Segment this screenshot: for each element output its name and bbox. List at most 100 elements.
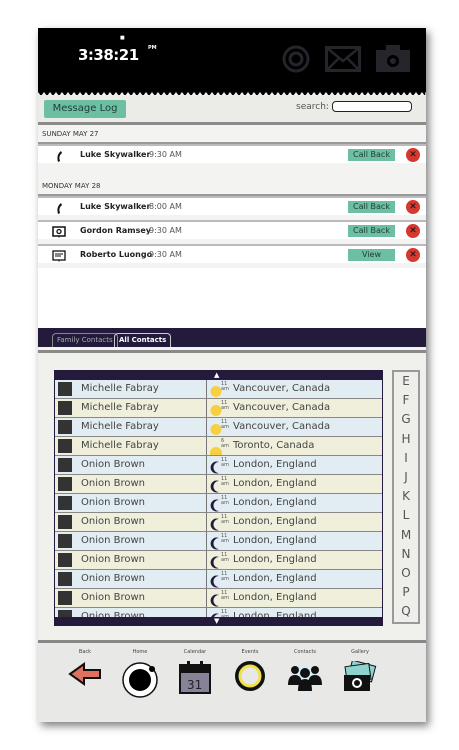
contact-name: Michelle Fabray [81,440,159,451]
nav-contacts-button[interactable]: Contacts [280,649,330,699]
alpha-letter-q[interactable]: Q [394,602,418,621]
alpha-letter-h[interactable]: H [394,430,418,449]
contact-row[interactable]: Onion Brown 11am London, England [55,456,382,475]
contact-row[interactable]: Onion Brown 11am London, England [55,551,382,570]
delete-icon[interactable]: ✕ [406,224,420,238]
nav-back-button[interactable]: Back [60,649,110,691]
avatar-icon [58,515,72,529]
alpha-letter-n[interactable]: N [394,545,418,564]
column-divider [206,513,207,531]
header: ■ 3:38:21 PM [38,28,426,92]
alpha-letter-g[interactable]: G [394,410,418,429]
contact-row[interactable]: Onion Brown 11am London, England [55,589,382,608]
local-time: 11am [221,420,229,430]
contact-row[interactable]: Michelle Fabray 11 am Vancouver, Canada [55,418,382,437]
alpha-letter-k[interactable]: K [394,487,418,506]
contact-row[interactable]: Onion Brown 11am London, England [55,570,382,589]
contact-location: London, England [233,478,317,489]
message-row[interactable]: Luke Skywalker 8:00 AM Call Back ✕ [38,196,426,215]
date-label: SUNDAY MAY 27 [42,130,99,138]
search-input[interactable] [332,101,412,112]
column-divider [206,437,207,455]
call-back-button[interactable]: Call Back [348,201,395,213]
target-icon[interactable] [281,44,311,74]
contact-row[interactable]: Michelle Fabray 11 am Vancouver, Canada [55,380,382,399]
call-back-button[interactable]: Call Back [348,225,395,237]
divider [38,122,426,125]
nav-label: Calendar [183,649,207,655]
contact-location: London, England [233,554,317,565]
delete-icon[interactable]: ✕ [406,148,420,162]
time-ampm: am [221,443,229,449]
contact-name: Onion Brown [81,516,146,527]
nav-events-button[interactable]: Events [225,649,275,695]
nav-calendar-button[interactable]: Calendar 31 [170,649,220,699]
delete-icon[interactable]: ✕ [406,200,420,214]
contact-row[interactable]: Onion Brown 11am London, England [55,475,382,494]
message-row[interactable]: Roberto Luongo 9:30 AM View ✕ [38,244,426,263]
avatar-icon [58,534,72,548]
contact-row[interactable]: Michelle Fabray 11 am Vancouver, Canada [55,399,382,418]
message-row[interactable]: Luke Skywalker 9:30 AM Call Back ✕ [38,144,426,163]
alpha-letter-e[interactable]: E [394,372,418,391]
text-message-icon [52,248,66,262]
alpha-letter-o[interactable]: O [394,564,418,583]
alpha-letter-l[interactable]: L [394,506,418,525]
call-back-button[interactable]: Call Back [348,149,395,161]
gallery-icon [335,659,385,697]
contact-name: Luke Skywalker [80,150,151,159]
local-time: 11am [221,477,229,487]
contact-row[interactable]: Onion Brown 11am London, England [55,494,382,513]
time-ampm: am [221,538,229,544]
nav-label: Gallery [351,649,369,655]
local-time: 6 am [221,439,229,449]
nav-gallery-button[interactable]: Gallery [335,649,385,697]
local-time: 11am [221,458,229,468]
message-row[interactable]: Gordon Ramsey 9:30 AM Call Back ✕ [38,220,426,239]
calendar-icon: 31 [170,661,220,699]
time-ampm: am [221,386,229,392]
avatar-icon [58,572,72,586]
video-message-icon [52,224,66,238]
search-label: search: [296,102,329,112]
alpha-letter-i[interactable]: I [394,449,418,468]
contact-location: London, England [233,459,317,470]
column-divider [206,589,207,607]
back-arrow-icon [60,661,110,691]
view-button[interactable]: View [348,249,395,261]
events-icon [225,661,275,695]
tab-family-contacts[interactable]: Family Contacts [52,333,118,347]
tab-all-contacts[interactable]: All Contacts [114,333,172,347]
bottom-nav: Back Home Calendar 31 Events Contacts Gallery [38,640,426,722]
column-divider [206,551,207,569]
contact-row[interactable]: Onion Brown 11am London, England [55,532,382,551]
alphabet-index[interactable]: EFGHIJKLMNOPQ [392,370,420,624]
alpha-letter-f[interactable]: F [394,391,418,410]
avatar-icon [58,496,72,510]
scroll-up-icon[interactable]: ▲ [214,371,219,379]
avatar-icon [58,458,72,472]
contact-row[interactable]: Onion Brown 11am London, England [55,513,382,532]
column-divider [206,475,207,493]
delete-icon[interactable]: ✕ [406,248,420,262]
contact-row[interactable]: Michelle Fabray 6 am Toronto, Canada [55,437,382,456]
local-time: 11am [221,382,229,392]
avatar-icon [58,401,72,415]
alpha-letter-m[interactable]: M [394,526,418,545]
local-time: 11am [221,496,229,506]
alpha-letter-j[interactable]: J [394,468,418,487]
avatar-icon [58,553,72,567]
nav-home-button[interactable]: Home [115,649,165,703]
nav-label: Back [78,649,92,655]
contact-name: Michelle Fabray [81,402,159,413]
column-divider [206,399,207,417]
camera-icon[interactable] [376,44,410,72]
alpha-letter-p[interactable]: P [394,583,418,602]
avatar-icon [58,477,72,491]
avatar-icon [58,382,72,396]
mail-icon[interactable] [325,46,361,72]
time-ampm: am [221,500,229,506]
message-log-button[interactable]: Message Log [44,100,126,118]
contact-location: London, England [233,516,317,527]
scroll-down-icon[interactable]: ▼ [214,617,219,625]
